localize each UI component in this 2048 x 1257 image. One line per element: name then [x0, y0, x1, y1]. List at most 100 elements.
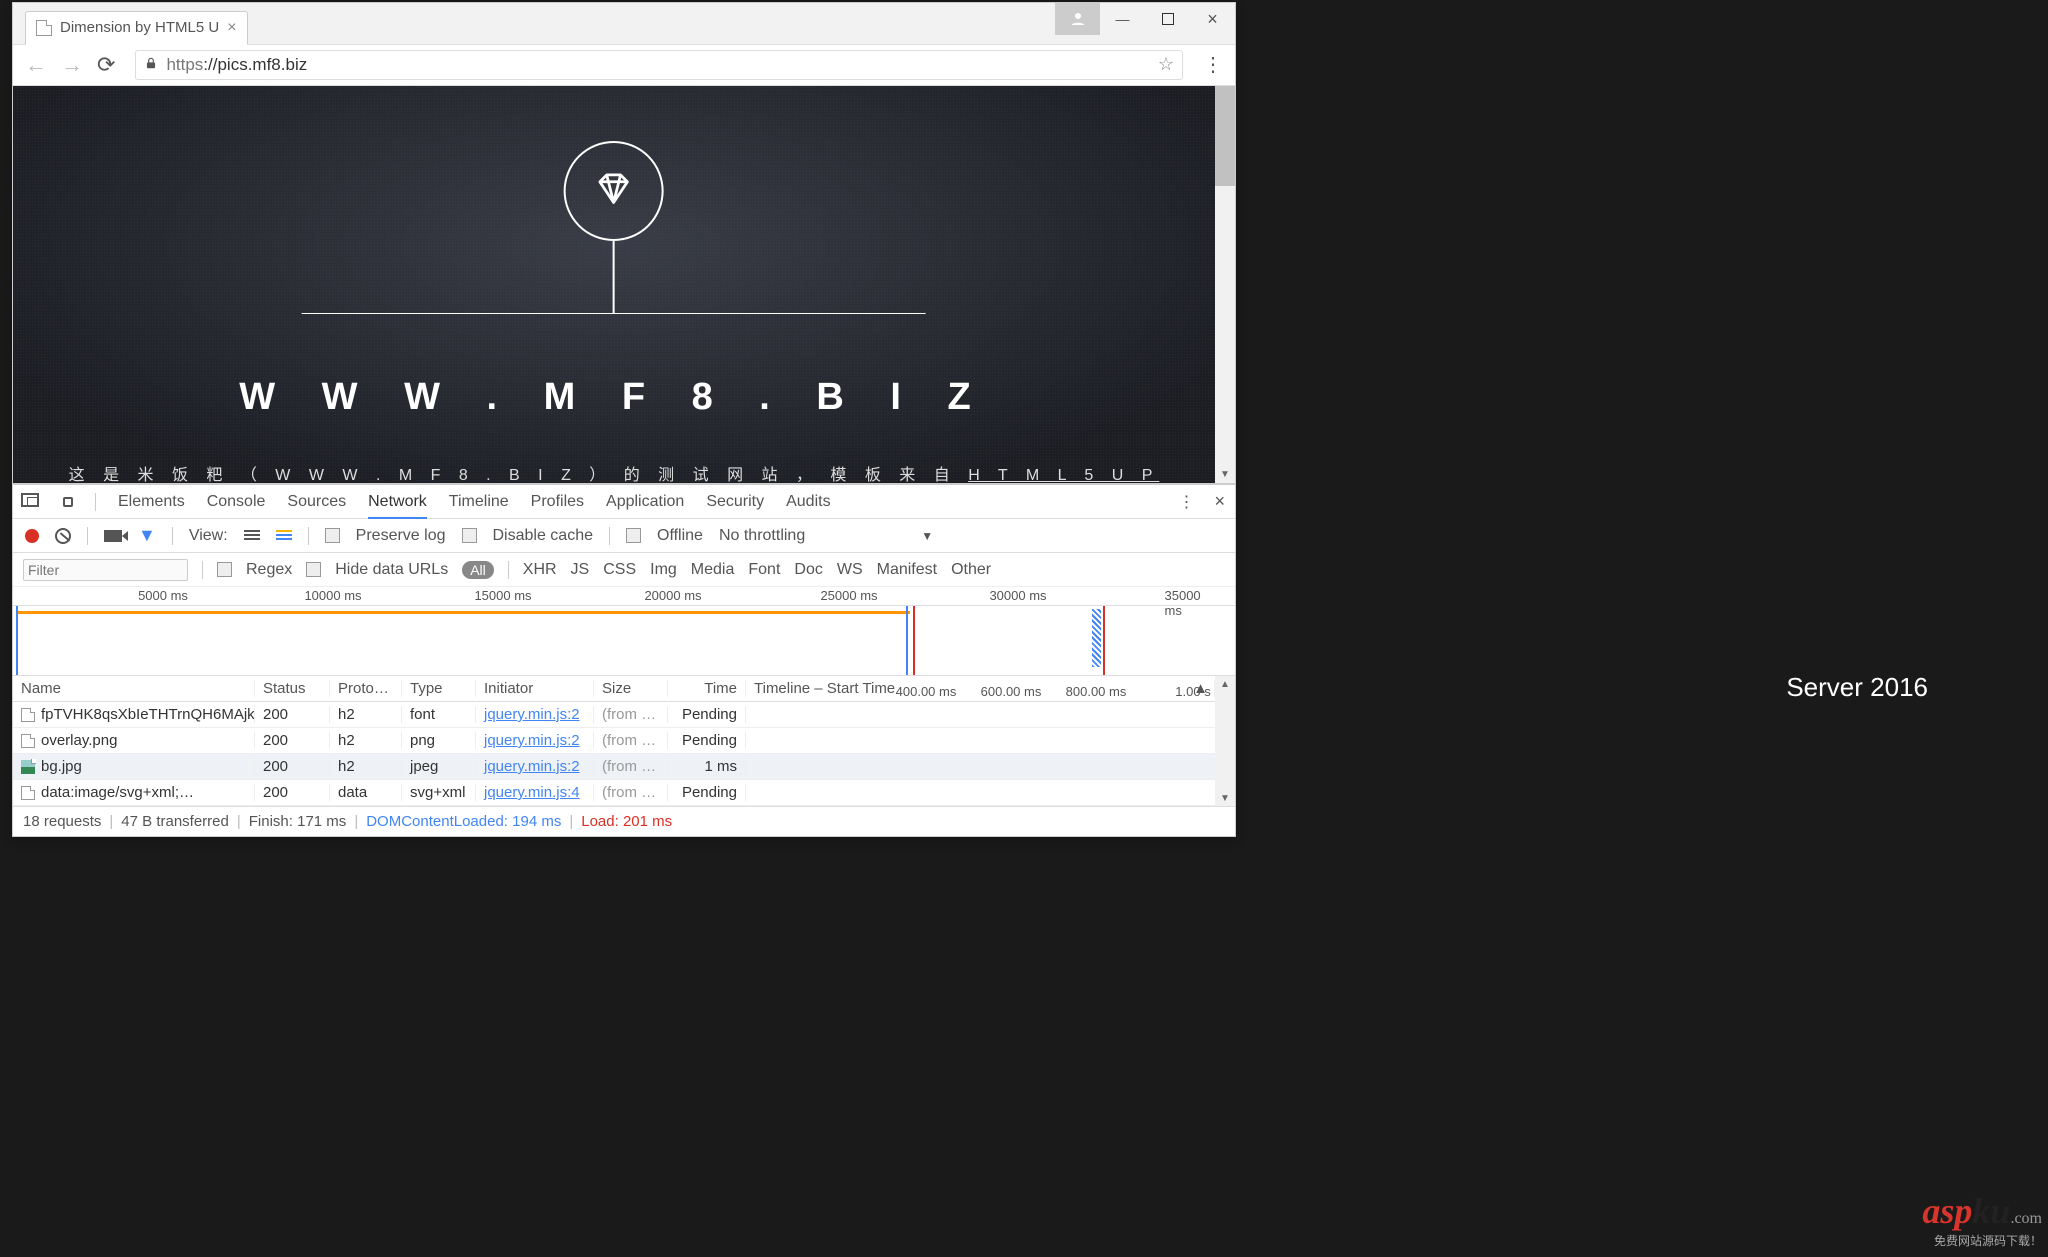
- window-maximize-button[interactable]: [1145, 3, 1190, 35]
- table-row[interactable]: overlay.png200h2pngjquery.min.js:2(from …: [13, 728, 1215, 754]
- page-scrollbar[interactable]: ▲ ▼: [1215, 86, 1235, 483]
- preserve-log-checkbox[interactable]: [325, 528, 340, 543]
- col-time[interactable]: Time: [668, 680, 746, 697]
- request-time: Pending: [668, 784, 746, 801]
- scroll-down-icon[interactable]: ▼: [1215, 465, 1235, 483]
- col-type[interactable]: Type: [402, 680, 476, 697]
- window-minimize-button[interactable]: —: [1100, 3, 1145, 35]
- tab-audits[interactable]: Audits: [786, 493, 830, 511]
- desktop-os-label: Server 2016: [1786, 672, 1928, 703]
- request-size: (from me…: [594, 784, 668, 801]
- tab-timeline[interactable]: Timeline: [449, 493, 509, 511]
- network-filter-bar: Regex Hide data URLs All XHR JS CSS Img …: [13, 553, 1235, 587]
- request-initiator[interactable]: jquery.min.js:2: [476, 758, 594, 775]
- hide-data-urls-checkbox[interactable]: [306, 562, 321, 577]
- filter-img[interactable]: Img: [650, 561, 677, 579]
- request-status: 200: [255, 706, 330, 723]
- hero-subtitle: 这 是 米 饭 粑 （ W W W . M F 8 . B I Z ） 的 测 …: [69, 461, 1160, 483]
- request-type: jpeg: [402, 758, 476, 775]
- devtools-close-button[interactable]: ×: [1214, 491, 1225, 512]
- reload-button[interactable]: ⟳: [97, 52, 115, 78]
- img-icon: [21, 760, 35, 774]
- overview-axis: 5000 ms 10000 ms 15000 ms 20000 ms 25000…: [13, 587, 1235, 606]
- hero-title: W W W . M F 8 . B I Z: [239, 376, 989, 419]
- request-protocol: h2: [330, 732, 402, 749]
- file-icon: [36, 20, 52, 36]
- table-row[interactable]: data:image/svg+xml;…200datasvg+xmljquery…: [13, 780, 1215, 806]
- filter-font[interactable]: Font: [748, 561, 780, 579]
- tab-console[interactable]: Console: [207, 493, 266, 511]
- back-button[interactable]: ←: [25, 52, 47, 78]
- col-status[interactable]: Status: [255, 680, 330, 697]
- doc-icon: [21, 786, 35, 800]
- filter-input[interactable]: [23, 559, 188, 581]
- request-status: 200: [255, 732, 330, 749]
- request-time: Pending: [668, 732, 746, 749]
- record-button[interactable]: [25, 529, 39, 543]
- scroll-down-icon[interactable]: ▼: [1215, 790, 1235, 806]
- regex-checkbox[interactable]: [217, 562, 232, 577]
- request-initiator[interactable]: jquery.min.js:4: [476, 784, 594, 801]
- col-size[interactable]: Size: [594, 680, 668, 697]
- col-protocol[interactable]: Protocol: [330, 680, 402, 697]
- address-bar[interactable]: https://pics.mf8.biz ☆: [135, 50, 1183, 80]
- request-type: png: [402, 732, 476, 749]
- filter-other[interactable]: Other: [951, 561, 991, 579]
- devtools-menu-button[interactable]: ⋮: [1178, 492, 1194, 512]
- overview-chart[interactable]: [13, 606, 1235, 676]
- scroll-thumb[interactable]: [1215, 86, 1235, 186]
- disable-cache-checkbox[interactable]: [462, 528, 477, 543]
- browser-menu-button[interactable]: ⋮: [1203, 52, 1223, 77]
- network-toolbar: ▼ View: Preserve log Disable cache Offli…: [13, 519, 1235, 553]
- table-scrollbar[interactable]: ▲ ▼: [1215, 676, 1235, 806]
- col-initiator[interactable]: Initiator: [476, 680, 594, 697]
- request-name: overlay.png: [41, 732, 117, 749]
- request-initiator[interactable]: jquery.min.js:2: [476, 732, 594, 749]
- throttling-select[interactable]: No throttling: [719, 527, 805, 545]
- page-content: W W W . M F 8 . B I Z 这 是 米 饭 粑 （ W W W …: [13, 86, 1215, 483]
- window-close-button[interactable]: ×: [1190, 3, 1235, 35]
- table-row[interactable]: bg.jpg200h2jpegjquery.min.js:2(from me…1…: [13, 754, 1215, 780]
- clear-button[interactable]: [55, 528, 71, 544]
- url-text: https://pics.mf8.biz: [166, 55, 307, 75]
- filter-toggle-button[interactable]: ▼: [138, 525, 156, 546]
- request-size: (from me…: [594, 758, 668, 775]
- inspect-element-button[interactable]: [21, 493, 41, 511]
- filter-xhr[interactable]: XHR: [523, 561, 557, 579]
- col-name[interactable]: Name: [13, 680, 255, 697]
- request-status: 200: [255, 784, 330, 801]
- col-timeline[interactable]: Timeline – Start Time 400.00 ms 600.00 m…: [746, 680, 1215, 697]
- view-overview[interactable]: [276, 530, 292, 542]
- request-initiator[interactable]: jquery.min.js:2: [476, 706, 594, 723]
- devtools-panel: Elements Console Sources Network Timelin…: [13, 483, 1235, 836]
- filter-js[interactable]: JS: [571, 561, 590, 579]
- offline-checkbox[interactable]: [626, 528, 641, 543]
- tab-elements[interactable]: Elements: [118, 493, 185, 511]
- filter-ws[interactable]: WS: [837, 561, 863, 579]
- request-type: font: [402, 706, 476, 723]
- tab-profiles[interactable]: Profiles: [531, 493, 584, 511]
- filter-css[interactable]: CSS: [603, 561, 636, 579]
- device-toggle-button[interactable]: [63, 497, 73, 507]
- filter-manifest[interactable]: Manifest: [877, 561, 937, 579]
- table-row[interactable]: fpTVHK8qsXbIeTHTrnQH6MAjkyie…200h2fontjq…: [13, 702, 1215, 728]
- bookmark-star-icon[interactable]: ☆: [1158, 54, 1174, 75]
- filter-media[interactable]: Media: [691, 561, 735, 579]
- throttling-dropdown-icon[interactable]: ▼: [921, 529, 933, 543]
- screenshots-button[interactable]: [104, 530, 122, 542]
- scroll-up-icon[interactable]: ▲: [1215, 676, 1235, 692]
- tab-security[interactable]: Security: [706, 493, 764, 511]
- tab-network[interactable]: Network: [368, 493, 427, 519]
- chrome-user-icon[interactable]: [1055, 3, 1100, 35]
- close-tab-icon[interactable]: ×: [227, 19, 236, 37]
- filter-doc[interactable]: Doc: [794, 561, 822, 579]
- tab-sources[interactable]: Sources: [287, 493, 346, 511]
- browser-tab[interactable]: Dimension by HTML5 U ×: [25, 11, 248, 45]
- view-large-rows[interactable]: [244, 530, 260, 542]
- filter-all[interactable]: All: [462, 561, 494, 579]
- forward-button[interactable]: →: [61, 52, 83, 78]
- tab-application[interactable]: Application: [606, 493, 684, 511]
- network-table: Name Status Protocol Type Initiator Size…: [13, 676, 1215, 806]
- request-protocol: h2: [330, 758, 402, 775]
- view-label: View:: [189, 527, 228, 545]
